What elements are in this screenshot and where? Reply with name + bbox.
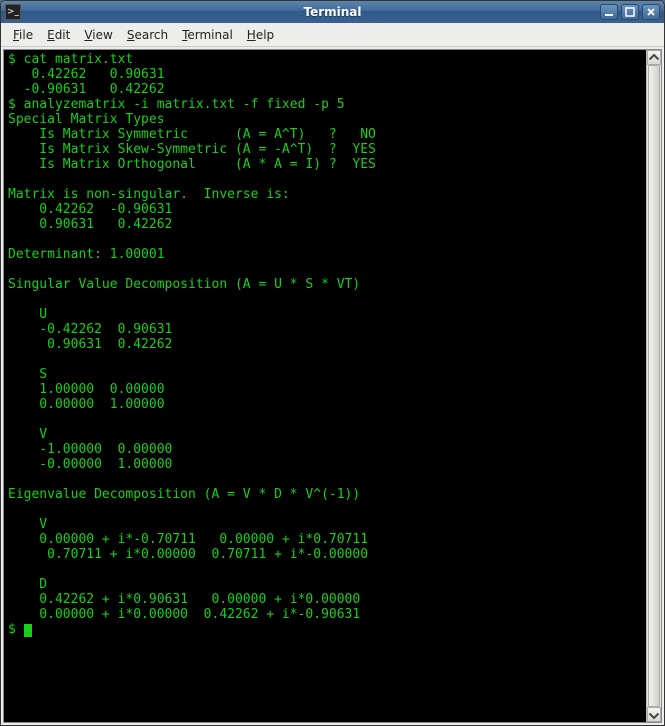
menu-edit[interactable]: Edit [41,26,76,44]
chevron-down-icon [648,709,660,721]
terminal-content[interactable]: $ cat matrix.txt 0.42262 0.90631 -0.9063… [4,50,645,722]
window-title: Terminal [1,5,664,19]
scroll-down-button[interactable] [647,707,661,722]
scroll-thumb[interactable] [648,65,660,707]
maximize-icon [625,7,635,17]
menu-view[interactable]: View [78,26,118,44]
terminal-frame: $ cat matrix.txt 0.42262 0.90631 -0.9063… [1,47,664,725]
scrollbar[interactable] [646,50,661,722]
menu-help[interactable]: Help [241,26,280,44]
scroll-up-button[interactable] [647,50,661,65]
chevron-up-icon [648,52,660,64]
menu-file[interactable]: File [7,26,39,44]
maximize-button[interactable] [621,4,639,20]
menubar: File Edit View Search Terminal Help [1,23,664,47]
titlebar[interactable]: >_ Terminal [1,1,664,23]
close-button[interactable] [642,4,660,20]
prompt: $ [8,622,24,637]
minimize-icon [604,7,614,17]
app-icon: >_ [5,4,21,20]
minimize-button[interactable] [600,4,618,20]
terminal[interactable]: $ cat matrix.txt 0.42262 0.90631 -0.9063… [3,49,662,723]
window-controls [600,4,660,20]
menu-terminal[interactable]: Terminal [176,26,239,44]
scroll-track[interactable] [647,65,661,707]
cursor [24,624,32,637]
menu-search[interactable]: Search [121,26,174,44]
close-icon [646,7,656,17]
terminal-window: >_ Terminal File Edit View Search Termin… [0,0,665,726]
